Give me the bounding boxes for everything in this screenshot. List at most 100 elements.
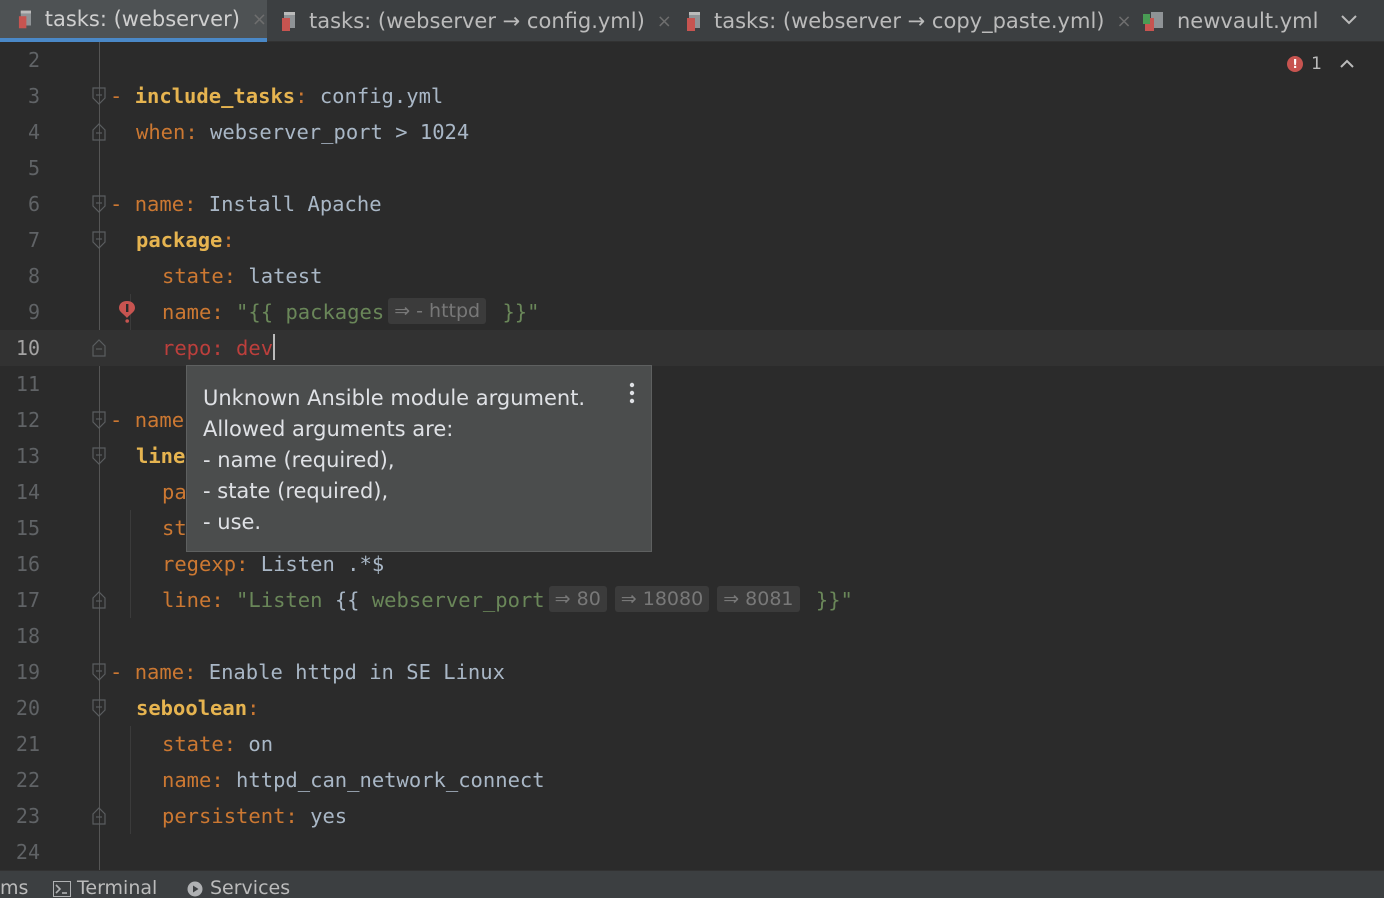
code-line: 24	[0, 834, 1384, 870]
tooltip-text: - use.	[203, 510, 262, 534]
line-number: 21	[15, 732, 40, 756]
list-dash: -	[110, 192, 135, 216]
fold-end-icon[interactable]	[92, 591, 106, 609]
yaml-key: st	[162, 516, 187, 540]
yaml-key: state	[162, 264, 224, 288]
code-line: 8 state: latest	[0, 258, 1384, 294]
code-line: 23 persistent: yes	[0, 798, 1384, 834]
yaml-colon: :	[222, 228, 235, 252]
code-line: 17 line: "Listen {{ webserver_port ⇒ 80 ⇒ …	[0, 582, 1384, 618]
yaml-key: persistent	[162, 804, 286, 828]
line-number: 5	[27, 156, 40, 180]
tool-window-label: ms	[0, 877, 29, 898]
line-number: 7	[27, 228, 40, 252]
yaml-colon: :	[236, 552, 249, 576]
line-number: 3	[27, 84, 40, 108]
yaml-colon: :	[247, 696, 260, 720]
list-dash: -	[110, 84, 135, 108]
code-line: 18	[0, 618, 1384, 654]
inlay-hint[interactable]: ⇒ 8081	[717, 586, 800, 612]
yaml-key: seboolean	[136, 696, 248, 720]
error-marker-icon[interactable]	[118, 300, 136, 324]
error-tooltip[interactable]: Unknown Ansible module argument. Allowed…	[186, 365, 652, 552]
chevron-down-icon[interactable]	[1336, 6, 1362, 32]
tool-window-terminal[interactable]: Terminal	[53, 871, 157, 898]
yaml-key: name	[134, 660, 185, 684]
inlay-hint[interactable]: ⇒ - httpd	[388, 298, 487, 324]
line-number: 17	[15, 588, 40, 612]
yaml-value: Install Apache	[196, 192, 382, 216]
yaml-key: include_tasks	[134, 84, 296, 108]
close-icon[interactable]: ×	[657, 11, 672, 32]
yaml-key: pa	[162, 480, 187, 504]
list-dash: -	[110, 408, 135, 432]
jinja-close: }}"	[490, 300, 540, 324]
yaml-file-icon	[687, 12, 700, 31]
code-line: 22 name: httpd_can_network_connect	[0, 762, 1384, 798]
line-number: 9	[27, 300, 40, 324]
tab-copy-paste-yml[interactable]: tasks: (webserver → copy_paste.yml) ×	[686, 0, 1132, 42]
yaml-value: Enable httpd in SE Linux	[196, 660, 505, 684]
jinja-open: "Listen	[223, 588, 335, 612]
yaml-value: config.yml	[307, 84, 444, 108]
tooltip-text: Unknown Ansible module argument.	[203, 386, 586, 410]
close-icon[interactable]: ×	[1116, 11, 1131, 32]
line-number: 12	[15, 408, 40, 432]
tool-window-problems[interactable]: ms	[0, 871, 28, 898]
more-vertical-icon[interactable]	[629, 382, 635, 404]
jinja-variable: webserver_port	[371, 588, 545, 612]
inlay-hint[interactable]: ⇒ 80	[548, 586, 607, 612]
list-dash: -	[110, 660, 135, 684]
fold-collapse-icon[interactable]	[92, 411, 106, 429]
code-line-current: 10 repo: dev	[0, 330, 1384, 366]
line-number: 24	[15, 840, 40, 864]
fold-collapse-icon[interactable]	[92, 231, 106, 249]
fold-collapse-icon[interactable]	[92, 195, 106, 213]
tooltip-text: Allowed arguments are:	[203, 417, 454, 441]
jinja-open: "{{	[223, 300, 286, 324]
line-number: 14	[15, 480, 40, 504]
close-icon[interactable]: ×	[252, 9, 267, 30]
inlay-hint[interactable]: ⇒ 18080	[614, 586, 710, 612]
line-number: 16	[15, 552, 40, 576]
fold-end-icon[interactable]	[92, 123, 106, 141]
code-line: 3 - include_tasks: config.yml	[0, 78, 1384, 114]
terminal-icon	[53, 881, 71, 897]
yaml-value: webserver_port > 1024	[197, 120, 470, 144]
line-number: 6	[27, 192, 40, 216]
tooltip-text: - name (required),	[203, 448, 395, 472]
code-line: 5	[0, 150, 1384, 186]
fold-collapse-icon[interactable]	[92, 447, 106, 465]
fold-end-icon[interactable]	[92, 339, 106, 357]
tooltip-text: - state (required),	[203, 479, 389, 503]
yaml-key: when	[136, 120, 186, 144]
yaml-key: line	[136, 444, 186, 468]
yaml-key: name	[134, 408, 185, 432]
line-number: 13	[15, 444, 40, 468]
tool-window-services[interactable]: Services	[186, 871, 290, 898]
yaml-colon: :	[185, 120, 198, 144]
yaml-key: line	[162, 588, 212, 612]
line-number: 23	[15, 804, 40, 828]
editor-tab-bar: tasks: (webserver) × tasks: (webserver →…	[0, 0, 1384, 42]
yaml-key: state	[162, 732, 224, 756]
tab-newvault-yml[interactable]: newvault.yml	[1143, 0, 1318, 42]
code-line: 20 seboolean:	[0, 690, 1384, 726]
tab-tasks-webserver[interactable]: tasks: (webserver) ×	[0, 0, 267, 42]
yaml-colon: :	[184, 660, 197, 684]
fold-end-icon[interactable]	[92, 807, 106, 825]
fold-collapse-icon[interactable]	[92, 699, 106, 717]
tool-window-bar: ms Terminal Services	[0, 870, 1384, 898]
fold-collapse-icon[interactable]	[92, 663, 106, 681]
fold-collapse-icon[interactable]	[92, 87, 106, 105]
yaml-value: latest	[236, 264, 323, 288]
yaml-colon: :	[184, 192, 197, 216]
code-line: 21 state: on	[0, 726, 1384, 762]
tab-config-yml[interactable]: tasks: (webserver → config.yml) ×	[281, 0, 672, 42]
code-line: 7 package:	[0, 222, 1384, 258]
yaml-key: package	[136, 228, 223, 252]
line-number: 2	[27, 48, 40, 72]
text-caret	[273, 334, 276, 360]
yaml-colon: :	[211, 768, 224, 792]
code-line: 19 - name: Enable httpd in SE Linux	[0, 654, 1384, 690]
